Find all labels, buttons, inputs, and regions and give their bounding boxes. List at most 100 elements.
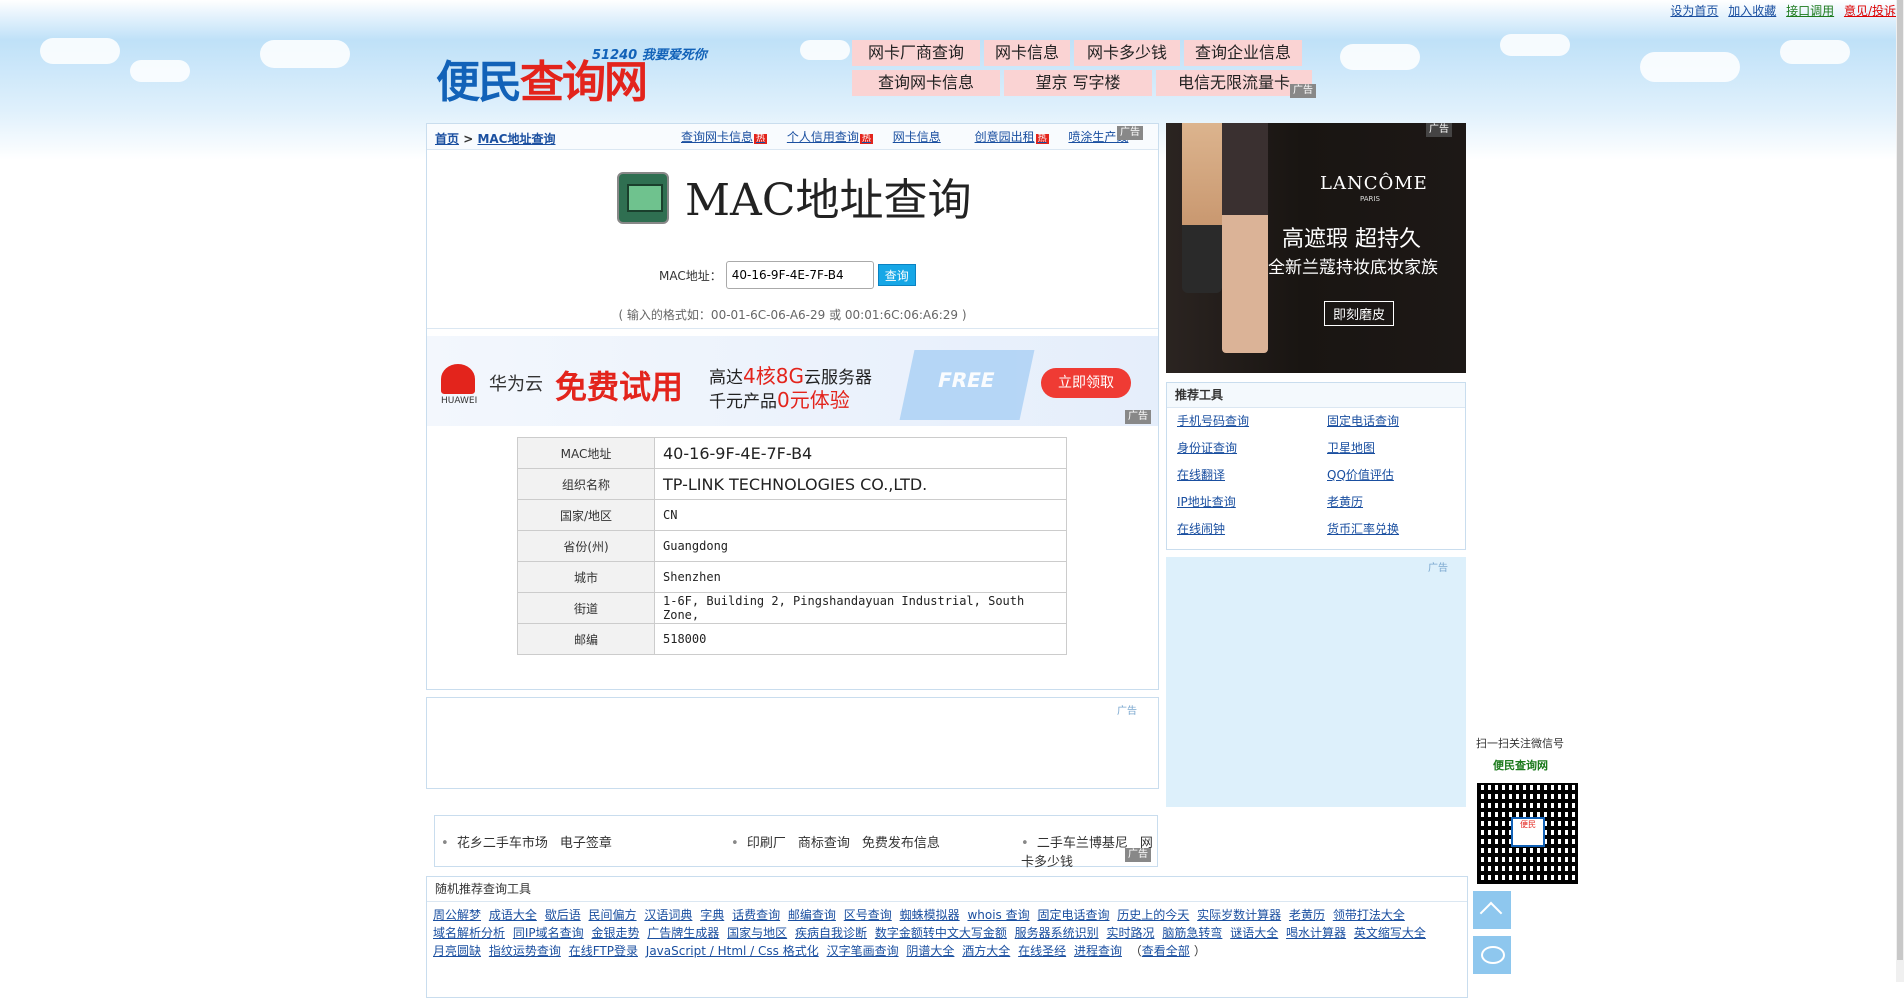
random-tool-link[interactable]: 周公解梦: [433, 908, 481, 922]
ad-link[interactable]: 印刷厂: [747, 836, 786, 851]
random-tool-link[interactable]: 月亮圆缺: [433, 944, 481, 958]
ad-link[interactable]: 免费发布信息: [862, 836, 940, 851]
tools-title: 推荐工具: [1167, 383, 1465, 408]
api-link[interactable]: 接口调用: [1786, 4, 1834, 18]
random-tool-link[interactable]: 字典: [700, 908, 724, 922]
random-tool-link[interactable]: 固定电话查询: [1037, 908, 1109, 922]
random-tool-link[interactable]: 歇后语: [545, 908, 581, 922]
random-tool-link[interactable]: 进程查询: [1074, 944, 1122, 958]
random-tool-link[interactable]: 话费查询: [732, 908, 780, 922]
topnav-item[interactable]: 网卡信息: [984, 40, 1070, 66]
random-tool-link[interactable]: 同IP域名查询: [513, 926, 584, 940]
ad-cta-button[interactable]: 即刻磨皮: [1324, 301, 1395, 326]
random-tool-link[interactable]: 历史上的今天: [1117, 908, 1189, 922]
random-tool-link[interactable]: 服务器系统识别: [1015, 926, 1099, 940]
topnav-item[interactable]: 网卡厂商查询: [852, 40, 980, 66]
table-row: 城市 Shenzhen: [517, 561, 1067, 593]
random-tool-link[interactable]: 脑筋急转弯: [1162, 926, 1222, 940]
lancome-ad[interactable]: LANCÔME PARIS 高遮瑕 超持久 全新兰蔻持妆底妆家族 即刻磨皮 广告: [1166, 123, 1466, 373]
huawei-cloud-banner-ad[interactable]: HUAWEI 华为云 免费试用 高达4核8G云服务器 千元产品0元体验 FREE…: [427, 336, 1158, 426]
quick-link-label: 查询网卡信息: [681, 130, 754, 144]
random-tool-link[interactable]: 成语大全: [489, 908, 537, 922]
topnav-item[interactable]: 查询企业信息: [1184, 40, 1302, 66]
cloud-decoration: [260, 40, 350, 68]
quick-link[interactable]: 创意园出租热: [975, 130, 1049, 144]
random-tool-link[interactable]: 民间偏方: [589, 908, 637, 922]
random-tool-link[interactable]: 领带打法大全: [1333, 908, 1405, 922]
tool-link[interactable]: 固定电话查询: [1327, 412, 1477, 429]
random-tool-link[interactable]: 疾病自我诊断: [795, 926, 867, 940]
mac-input[interactable]: [725, 261, 874, 289]
tool-link[interactable]: 老黄历: [1327, 493, 1477, 510]
random-tool-link[interactable]: 阴谱大全: [906, 944, 954, 958]
topnav-item[interactable]: 望京 写字楼: [1004, 70, 1152, 96]
tool-link[interactable]: 货币汇率兑换: [1327, 520, 1477, 537]
wechat-qr-code: 便民: [1473, 779, 1582, 888]
random-tool-link[interactable]: JavaScript / Html / Css 格式化: [646, 944, 819, 958]
query-button[interactable]: 查询: [877, 264, 916, 286]
topnav-item[interactable]: 查询网卡信息: [852, 70, 1000, 96]
random-tool-link[interactable]: 喝水计算器: [1286, 926, 1346, 940]
tool-link[interactable]: 卫星地图: [1327, 439, 1477, 456]
mac-input-label: MAC地址：: [659, 268, 722, 283]
back-to-top-button[interactable]: [1473, 891, 1511, 929]
tool-link[interactable]: 身份证查询: [1177, 439, 1327, 456]
ad-link[interactable]: 二手车兰博基尼: [1037, 836, 1128, 851]
random-tool-link[interactable]: 谜语大全: [1230, 926, 1278, 940]
tool-link[interactable]: IP地址查询: [1177, 493, 1327, 510]
add-favorite-link[interactable]: 加入收藏: [1728, 4, 1776, 18]
random-tool-link[interactable]: 英文缩写大全: [1354, 926, 1426, 940]
field-value: Shenzhen: [654, 561, 1067, 593]
set-homepage-link[interactable]: 设为首页: [1670, 4, 1718, 18]
random-tool-link[interactable]: 在线圣经: [1018, 944, 1066, 958]
random-tool-link[interactable]: 广告牌生成器: [647, 926, 719, 940]
random-tool-link[interactable]: 实时路况: [1107, 926, 1155, 940]
random-tool-link[interactable]: 老黄历: [1289, 908, 1325, 922]
quick-link[interactable]: 网卡信息: [893, 130, 941, 144]
topnav-item[interactable]: 网卡多少钱: [1074, 40, 1180, 66]
site-logo[interactable]: 51240 我要爱死你 便民查询网: [436, 30, 736, 110]
chat-bubble-icon: [1481, 946, 1505, 964]
breadcrumb-home[interactable]: 首页: [435, 132, 459, 146]
recommended-tools: 推荐工具 手机号码查询 固定电话查询 身份证查询 卫星地图 在线翻译 QQ价值评…: [1166, 382, 1466, 550]
tool-link[interactable]: 在线闹钟: [1177, 520, 1327, 537]
ad-link[interactable]: 电子签章: [560, 836, 612, 851]
quick-link[interactable]: 查询网卡信息热: [681, 130, 768, 144]
table-row: 国家/地区 CN: [517, 499, 1067, 531]
tool-link[interactable]: 手机号码查询: [1177, 412, 1327, 429]
quick-link-label: 网卡信息: [892, 130, 941, 144]
ad-link[interactable]: 商标查询: [798, 836, 850, 851]
random-tool-link[interactable]: 金银走势: [591, 926, 639, 940]
view-all-link[interactable]: 查看全部: [1142, 944, 1190, 958]
message-button[interactable]: [1473, 936, 1511, 974]
table-row: MAC地址 40-16-9F-4E-7F-B4: [517, 437, 1067, 469]
random-tool-link[interactable]: 指纹运势查询: [489, 944, 561, 958]
logo-text-a: 便民: [436, 57, 522, 108]
random-tool-link[interactable]: 汉语词典: [644, 908, 692, 922]
banner-cta-button[interactable]: 立即领取: [1041, 368, 1131, 398]
random-tool-link[interactable]: 数字金额转中文大写金额: [875, 926, 1007, 940]
random-tool-link[interactable]: 汉字笔画查询: [827, 944, 899, 958]
qr-account-name: 便民查询网: [1493, 759, 1548, 772]
feedback-link[interactable]: 意见/投诉: [1844, 4, 1896, 18]
field-value: 40-16-9F-4E-7F-B4: [654, 437, 1067, 469]
tool-link[interactable]: QQ价值评估: [1327, 466, 1477, 483]
ad-slot[interactable]: 广告: [426, 697, 1159, 789]
quick-link[interactable]: 个人信用查询热: [787, 130, 873, 144]
breadcrumb-current[interactable]: MAC地址查询: [477, 132, 555, 146]
scrollbar-thumb[interactable]: [1897, 0, 1903, 960]
random-tool-link[interactable]: whois 查询: [967, 908, 1029, 922]
random-tool-link[interactable]: 邮编查询: [788, 908, 836, 922]
random-tool-link[interactable]: 区号查询: [844, 908, 892, 922]
field-value: TP-LINK TECHNOLOGIES CO.,LTD.: [654, 468, 1067, 500]
random-tool-link[interactable]: 国家与地区: [727, 926, 787, 940]
tool-link[interactable]: 在线翻译: [1177, 466, 1327, 483]
topnav-item[interactable]: 电信无限流量卡: [1156, 70, 1312, 96]
random-tool-link[interactable]: 酒方大全: [962, 944, 1010, 958]
ad-link[interactable]: 花乡二手车市场: [457, 836, 548, 851]
random-tool-link[interactable]: 实际岁数计算器: [1197, 908, 1281, 922]
random-tool-link[interactable]: 蜘蛛模拟器: [900, 908, 960, 922]
random-tool-link[interactable]: 域名解析分析: [433, 926, 505, 940]
random-tool-link[interactable]: 在线FTP登录: [569, 944, 638, 958]
ad-slot[interactable]: 广告: [1166, 557, 1466, 807]
